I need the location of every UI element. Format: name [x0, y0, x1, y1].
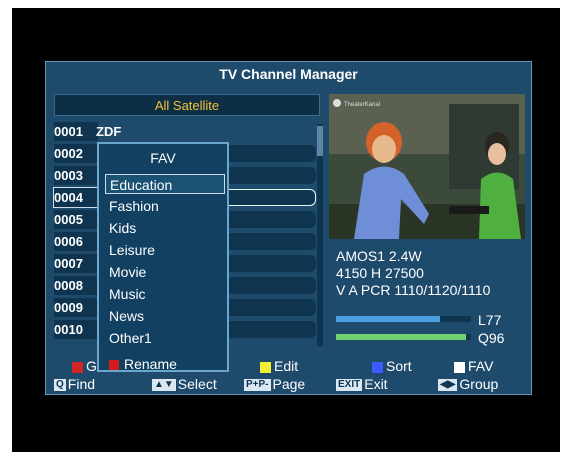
channel-number: 0008	[54, 276, 98, 295]
select-button[interactable]: ▲▼ Select	[152, 376, 217, 392]
edit-button[interactable]: Edit	[260, 358, 298, 374]
window-title: TV Channel Manager	[219, 66, 358, 82]
video-preview: TheaterKanal	[329, 94, 525, 239]
red-button[interactable]: G	[72, 358, 97, 374]
fav-group-other1[interactable]: Other1	[105, 328, 225, 348]
channel-name: ZDF	[96, 124, 122, 139]
fav-group-list: Education Fashion Kids Leisure Movie Mus…	[105, 174, 225, 350]
up-down-key-icon: ▲▼	[152, 379, 176, 392]
channel-number: 0003	[54, 166, 98, 185]
fav-button[interactable]: FAV	[454, 358, 493, 374]
fav-group-kids[interactable]: Kids	[105, 218, 225, 238]
exit-button[interactable]: EXIT Exit	[336, 376, 388, 392]
fav-group-fashion[interactable]: Fashion	[105, 196, 225, 216]
pid-line: V A PCR 1110/1120/1110	[336, 282, 491, 298]
yellow-key-icon	[260, 361, 271, 373]
channel-number: 0007	[54, 254, 98, 273]
red-key-icon	[109, 360, 119, 371]
fav-group-education[interactable]: Education	[105, 174, 225, 194]
channel-number: 0006	[54, 232, 98, 251]
scrollbar-thumb[interactable]	[317, 126, 323, 156]
fav-group-leisure[interactable]: Leisure	[105, 240, 225, 260]
satellite-selector[interactable]: All Satellite	[54, 94, 320, 116]
page-button[interactable]: P+P- Page	[244, 376, 305, 392]
channel-number: 0005	[54, 210, 98, 229]
preview-scene-image: TheaterKanal	[329, 94, 525, 239]
quality-track	[336, 334, 471, 340]
fav-group-movie[interactable]: Movie	[105, 262, 225, 282]
white-key-icon	[454, 361, 465, 373]
fav-group-music[interactable]: Music	[105, 284, 225, 304]
fav-group-news[interactable]: News	[105, 306, 225, 326]
quality-bar	[336, 334, 466, 340]
channel-row[interactable]: 0001 ZDF	[54, 122, 320, 141]
group-button[interactable]: ◀▶ Group	[438, 376, 498, 392]
exit-key-icon: EXIT	[336, 379, 363, 392]
level-label: L77	[478, 312, 502, 328]
level-bar	[336, 316, 440, 322]
fav-popup-title: FAV	[150, 150, 176, 166]
channel-manager-panel: TV Channel Manager All Satellite 0001 ZDF…	[45, 61, 532, 395]
channel-number: 0001	[54, 122, 98, 141]
frequency-line: 4150 H 27500	[336, 265, 424, 281]
blue-key-icon	[372, 361, 383, 373]
preview-channel-logo: TheaterKanal	[344, 102, 380, 108]
red-key-icon	[72, 361, 83, 373]
channel-scrollbar[interactable]	[317, 124, 323, 346]
rename-button[interactable]: Rename	[109, 356, 177, 372]
channel-number: 0004	[53, 187, 99, 208]
satellite-line: AMOS1 2.4W	[336, 248, 422, 264]
find-button[interactable]: Q Find	[54, 376, 95, 392]
transponder-info: AMOS1 2.4W 4150 H 27500 V A PCR 1110/112…	[336, 248, 490, 299]
channel-number: 0002	[54, 144, 98, 163]
channel-number: 0010	[54, 320, 98, 339]
page-key-icon: P+P-	[244, 379, 271, 392]
level-track	[336, 316, 471, 322]
fav-popup: FAV Education Fashion Kids Leisure Movie…	[97, 142, 229, 372]
search-key-icon: Q	[54, 379, 66, 392]
channel-number: 0009	[54, 298, 98, 317]
sort-button[interactable]: Sort	[372, 358, 412, 374]
quality-label: Q96	[478, 330, 505, 346]
left-right-key-icon: ◀▶	[438, 379, 458, 392]
